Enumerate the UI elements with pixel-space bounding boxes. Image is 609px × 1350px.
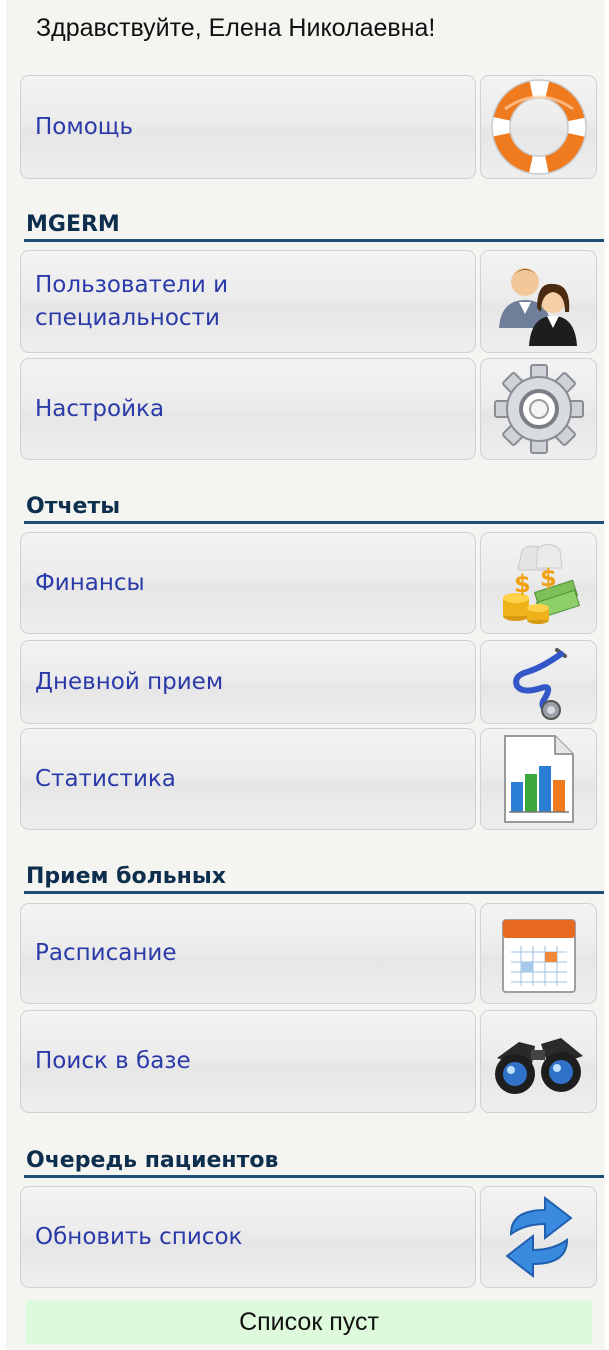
users-item[interactable]: Пользователи и специальности xyxy=(20,250,598,353)
help-item[interactable]: Помощь xyxy=(20,75,598,179)
search-item[interactable]: Поиск в базе xyxy=(20,1010,598,1113)
refresh-icon xyxy=(504,1195,573,1279)
search-label: Поиск в базе xyxy=(35,1048,191,1074)
main-panel: Здравствуйте, Елена Николаевна! Помощь M… xyxy=(6,0,605,1350)
refresh-icon-button[interactable] xyxy=(480,1186,597,1288)
stats-button[interactable]: Статистика xyxy=(20,728,476,830)
refresh-label: Обновить список xyxy=(35,1223,243,1250)
stats-icon-button[interactable] xyxy=(480,728,597,830)
greeting-text: Здравствуйте, Елена Николаевна! xyxy=(36,14,436,42)
finance-button[interactable]: Финансы xyxy=(20,532,476,634)
users-icon-button[interactable] xyxy=(480,250,597,353)
finance-item[interactable]: Финансы $ $ xyxy=(20,532,598,634)
settings-label: Настройка xyxy=(35,395,165,422)
lifebuoy-icon xyxy=(490,79,587,175)
help-icon-button[interactable] xyxy=(480,75,597,179)
users-label: Пользователи и специальности xyxy=(35,271,229,331)
settings-item[interactable]: Настройка xyxy=(20,358,598,460)
finance-label: Финансы xyxy=(35,569,145,596)
svg-text:$: $ xyxy=(514,570,531,598)
svg-text:$: $ xyxy=(540,564,557,592)
settings-icon-button[interactable] xyxy=(480,358,597,460)
stethoscope-icon xyxy=(512,648,567,720)
search-button[interactable]: Поиск в базе xyxy=(20,1010,476,1113)
section-title-mgerm: MGERM xyxy=(24,212,604,242)
daily-item[interactable]: Дневной прием xyxy=(20,640,598,724)
finance-icon-button[interactable]: $ $ xyxy=(480,532,597,634)
money-icon: $ $ xyxy=(502,544,580,624)
refresh-item[interactable]: Обновить список xyxy=(20,1186,598,1288)
section-title-queue: Очередь пациентов xyxy=(24,1148,604,1178)
users-icon xyxy=(498,267,577,346)
schedule-label: Расписание xyxy=(35,940,177,966)
stats-label: Статистика xyxy=(35,765,176,792)
refresh-button[interactable]: Обновить список xyxy=(20,1186,476,1288)
bar-chart-icon xyxy=(503,735,574,823)
settings-button[interactable]: Настройка xyxy=(20,358,476,460)
calendar-icon xyxy=(501,918,576,993)
users-button[interactable]: Пользователи и специальности xyxy=(20,250,476,353)
search-icon-button[interactable] xyxy=(480,1010,597,1113)
schedule-icon-button[interactable] xyxy=(480,903,597,1004)
help-button[interactable]: Помощь xyxy=(20,75,476,179)
stats-item[interactable]: Статистика xyxy=(20,728,598,830)
schedule-button[interactable]: Расписание xyxy=(20,903,476,1004)
binoculars-icon xyxy=(494,1037,583,1094)
section-title-reports: Отчеты xyxy=(24,494,604,524)
gear-icon xyxy=(493,364,584,454)
schedule-item[interactable]: Расписание xyxy=(20,903,598,1004)
daily-icon-button[interactable] xyxy=(480,640,597,724)
help-label: Помощь xyxy=(35,113,134,140)
daily-button[interactable]: Дневной прием xyxy=(20,640,476,724)
daily-label: Дневной прием xyxy=(35,668,224,695)
section-title-reception: Прием больных xyxy=(24,864,604,894)
queue-status: Список пуст xyxy=(26,1300,592,1344)
